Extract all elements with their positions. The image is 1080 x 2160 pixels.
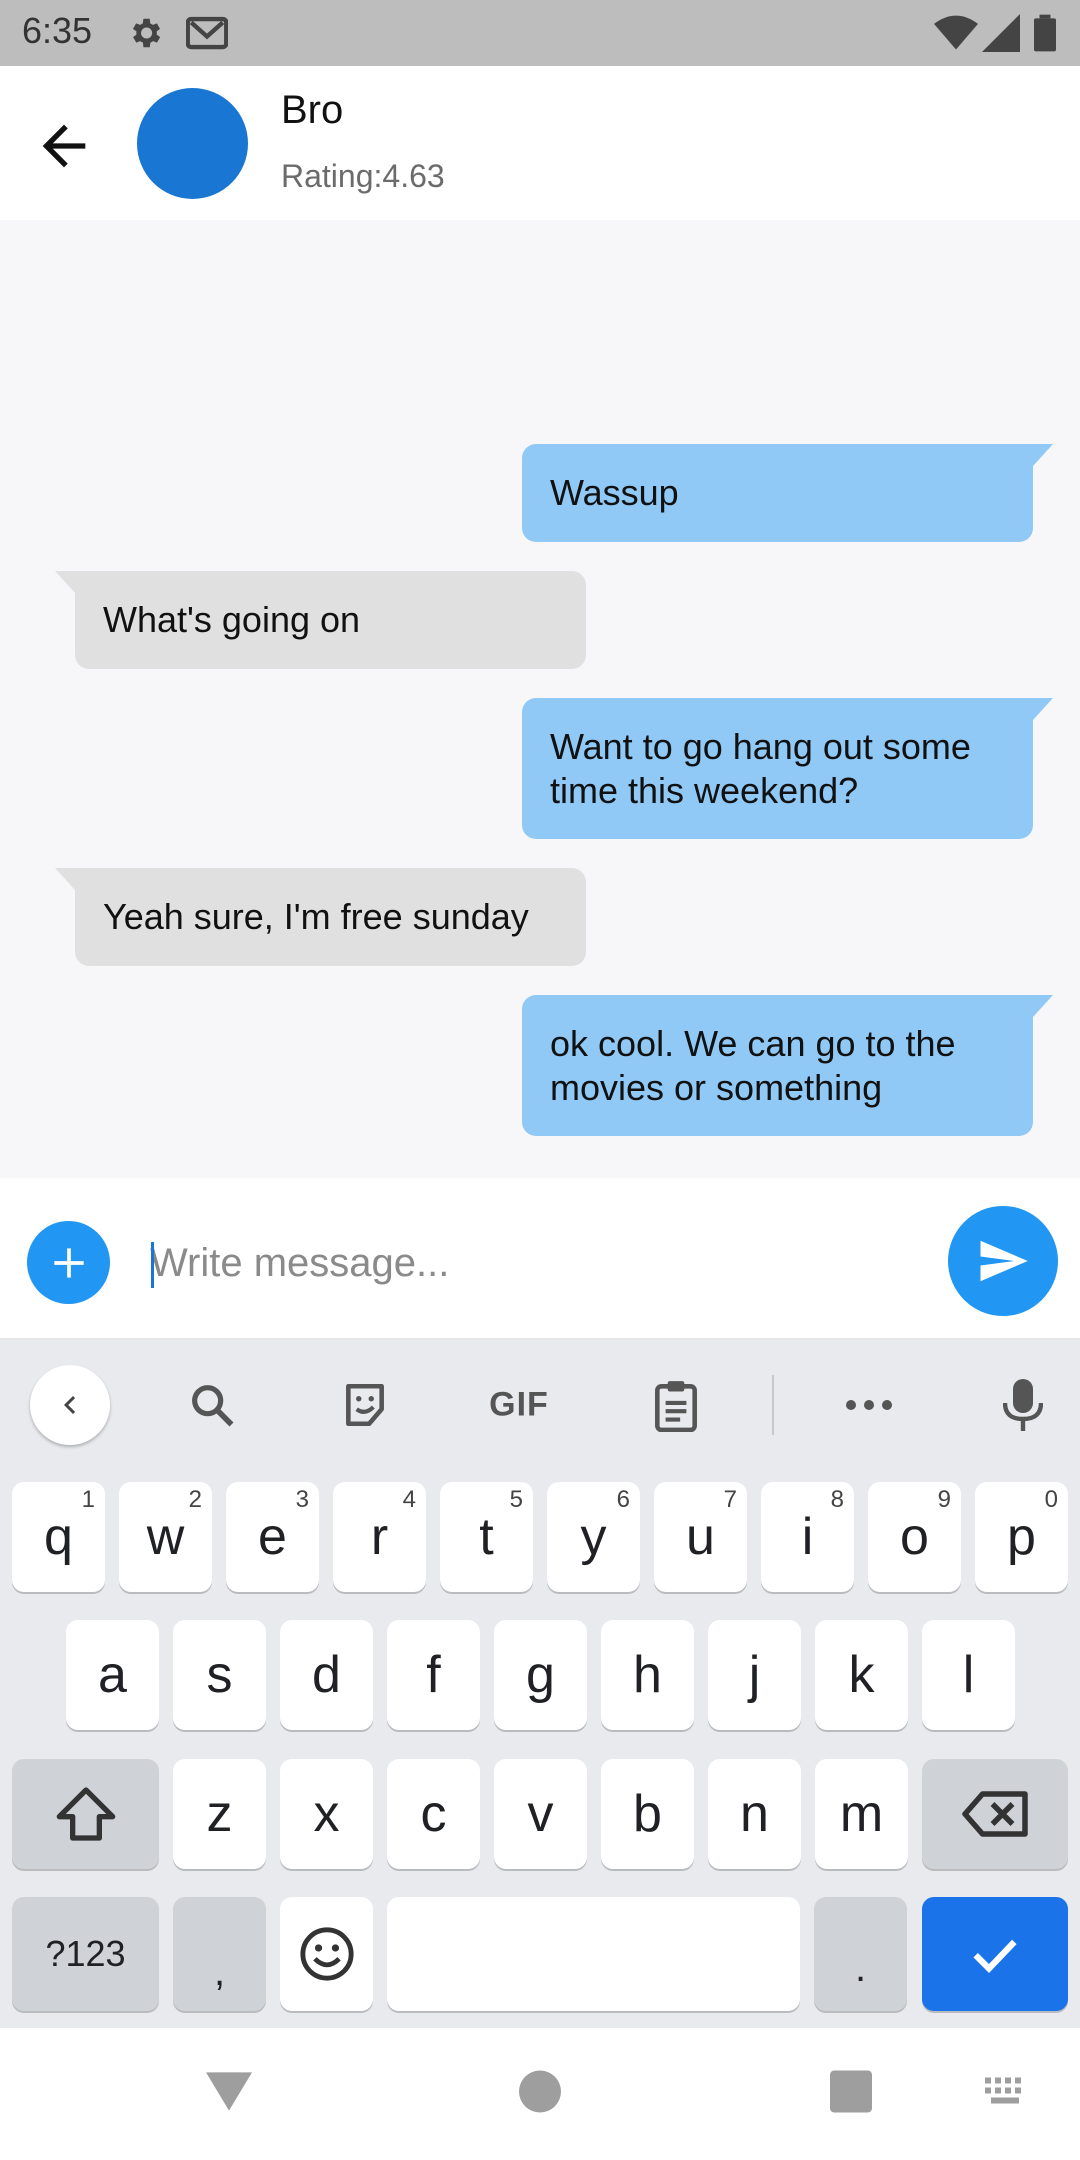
add-attachment-button[interactable]: [27, 1221, 110, 1304]
key-j[interactable]: j: [708, 1620, 801, 1730]
text-caret: [151, 1242, 154, 1288]
signal-icon: [982, 14, 1020, 57]
message-bubble-received: What's going on: [55, 571, 586, 669]
search-icon[interactable]: [186, 1379, 238, 1431]
key-i[interactable]: i8: [761, 1482, 854, 1592]
mic-icon[interactable]: [1003, 1377, 1043, 1433]
gmail-icon: [185, 14, 229, 57]
key-d[interactable]: d: [280, 1620, 373, 1730]
message-bubble-sent: ok cool. We can go to the movies or some…: [522, 995, 1053, 1136]
contact-rating: Rating:4.63: [281, 158, 445, 194]
symbols-key[interactable]: ?123: [12, 1897, 159, 2011]
key-c[interactable]: c: [387, 1759, 480, 1869]
enter-key[interactable]: [922, 1897, 1068, 2011]
keyboard-toolbar: GIF: [0, 1340, 1080, 1470]
shift-key[interactable]: [12, 1759, 159, 1869]
system-nav-bar: [0, 2028, 1080, 2160]
checkmark-icon: [973, 1939, 1017, 1973]
circle-icon: [519, 2070, 561, 2113]
key-g[interactable]: g: [494, 1620, 587, 1730]
battery-icon: [1034, 14, 1056, 57]
key-u[interactable]: u7: [654, 1482, 747, 1592]
message-list: Wassup What's going on Want to go hang o…: [0, 220, 1080, 1178]
status-bar: 6:35: [0, 0, 1080, 66]
send-button[interactable]: [948, 1206, 1058, 1316]
key-k[interactable]: k: [815, 1620, 908, 1730]
key-v[interactable]: v: [494, 1759, 587, 1869]
toolbar-divider: [772, 1375, 774, 1435]
emoji-icon: [299, 1927, 354, 1981]
key-o[interactable]: o9: [868, 1482, 961, 1592]
message-composer: [0, 1178, 1080, 1340]
message-bubble-received: Yeah sure, I'm free sunday: [55, 868, 586, 966]
nav-home-button[interactable]: [519, 2070, 561, 2118]
soft-keyboard: GIF q1 w2 e3 r4 t5 y6 u7 i8 o9 p0 a s d …: [0, 1340, 1080, 2028]
key-r[interactable]: r4: [333, 1482, 426, 1592]
space-key[interactable]: [387, 1897, 800, 2011]
key-z[interactable]: z: [173, 1759, 266, 1869]
arrow-left-icon: [42, 124, 86, 168]
key-w[interactable]: w2: [119, 1482, 212, 1592]
message-text: Want to go hang out some time this weeke…: [550, 725, 971, 811]
sticker-icon[interactable]: [340, 1380, 390, 1430]
chevron-left-icon: [64, 1396, 76, 1414]
key-h[interactable]: h: [601, 1620, 694, 1730]
key-f[interactable]: f: [387, 1620, 480, 1730]
key-x[interactable]: x: [280, 1759, 373, 1869]
wifi-icon: [934, 14, 978, 57]
settings-icon: [126, 14, 164, 57]
square-icon: [830, 2070, 872, 2113]
keyboard-switch-icon[interactable]: [985, 2077, 1029, 2112]
keyboard-back-button[interactable]: [30, 1365, 110, 1445]
clipboard-icon[interactable]: [651, 1378, 701, 1432]
nav-back-button[interactable]: [206, 2072, 252, 2117]
message-text: ok cool. We can go to the movies or some…: [550, 1022, 956, 1108]
contact-name: Bro: [281, 88, 344, 132]
message-text: What's going on: [103, 599, 361, 640]
backspace-key[interactable]: [922, 1759, 1068, 1869]
key-a[interactable]: a: [66, 1620, 159, 1730]
gif-label: GIF: [489, 1385, 549, 1424]
avatar[interactable]: [137, 88, 248, 199]
period-key[interactable]: .: [814, 1897, 907, 2011]
key-p[interactable]: p0: [975, 1482, 1068, 1592]
key-q[interactable]: q1: [12, 1482, 105, 1592]
triangle-down-icon: [206, 2072, 252, 2111]
comma-key[interactable]: ,: [173, 1897, 266, 2011]
back-button[interactable]: [32, 114, 96, 178]
key-t[interactable]: t5: [440, 1482, 533, 1592]
message-bubble-sent: Wassup: [522, 444, 1053, 542]
emoji-key[interactable]: [280, 1897, 373, 2011]
more-icon[interactable]: [844, 1398, 894, 1412]
message-input[interactable]: [150, 1228, 910, 1298]
backspace-icon: [962, 1791, 1028, 1837]
send-icon: [980, 1240, 1028, 1282]
key-b[interactable]: b: [601, 1759, 694, 1869]
status-time: 6:35: [22, 10, 93, 51]
key-m[interactable]: m: [815, 1759, 908, 1869]
plus-icon: [53, 1247, 84, 1278]
message-text: Yeah sure, I'm free sunday: [103, 896, 529, 937]
key-l[interactable]: l: [922, 1620, 1015, 1730]
key-s[interactable]: s: [173, 1620, 266, 1730]
key-y[interactable]: y6: [547, 1482, 640, 1592]
gif-button[interactable]: GIF: [489, 1386, 549, 1425]
message-bubble-sent: Want to go hang out some time this weeke…: [522, 698, 1053, 839]
shift-icon: [56, 1787, 115, 1841]
nav-recents-button[interactable]: [830, 2070, 872, 2118]
key-n[interactable]: n: [708, 1759, 801, 1869]
chat-header: Bro Rating:4.63: [0, 66, 1080, 220]
message-text: Wassup: [550, 472, 679, 513]
key-e[interactable]: e3: [226, 1482, 319, 1592]
